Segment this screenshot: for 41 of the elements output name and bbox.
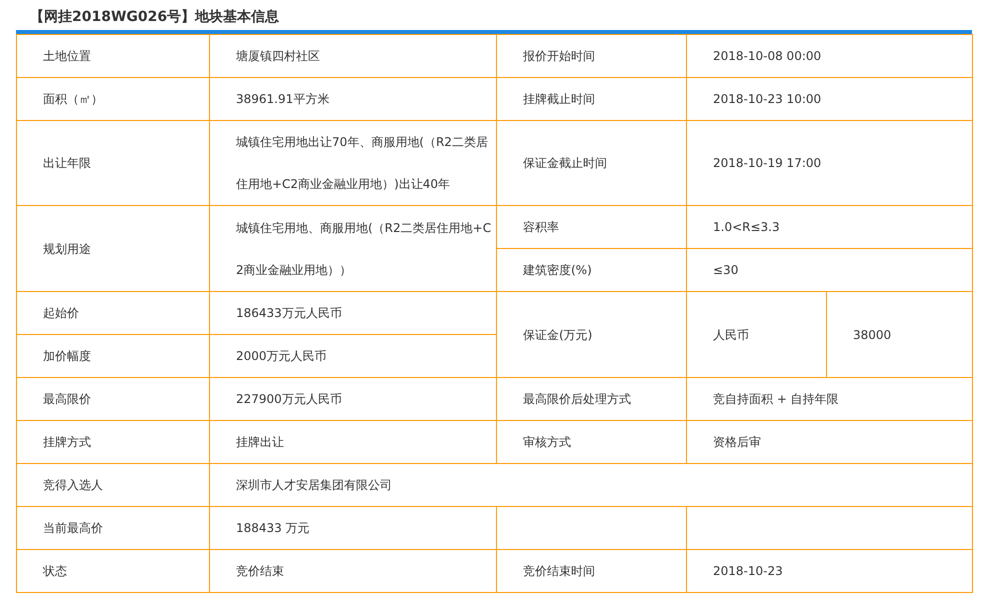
field-label: 最高限价后处理方式 <box>496 378 686 420</box>
field-value: 38961.91平方米 <box>210 78 496 120</box>
field-value: 竞自持面积 + 自持年限 <box>686 378 972 420</box>
field-label: 面积（㎡） <box>16 78 210 120</box>
field-value: 人民币 <box>687 292 827 377</box>
field-label: 挂牌方式 <box>16 420 210 464</box>
field-value: 2018-10-19 17:00 <box>686 120 972 206</box>
field-value: 2018-10-08 00:00 <box>686 34 972 78</box>
field-label: 规划用途 <box>16 206 210 292</box>
field-label: 报价开始时间 <box>496 34 686 78</box>
field-label: 挂牌截止时间 <box>496 78 686 120</box>
field-value: 挂牌出让 <box>210 420 496 464</box>
field-label: 加价幅度 <box>16 334 210 378</box>
field-label: 出让年限 <box>16 120 210 206</box>
field-value: 1.0<R≤3.3 <box>686 206 972 248</box>
field-value: 塘厦镇四村社区 <box>210 34 496 78</box>
field-value: 竞价结束 <box>210 550 496 592</box>
field-label: 起始价 <box>16 292 210 334</box>
field-value: 资格后审 <box>686 420 972 464</box>
field-label: 容积率 <box>496 206 686 248</box>
field-label: 保证金(万元) <box>496 292 686 378</box>
field-label: 土地位置 <box>16 34 210 78</box>
field-label: 建筑密度(%) <box>496 248 686 292</box>
field-value: 2018-10-23 <box>686 550 972 592</box>
field-label: 竞价结束时间 <box>496 550 686 592</box>
field-value: 188433 万元 <box>210 506 496 550</box>
field-label: 审核方式 <box>496 420 686 464</box>
field-label: 竞得入选人 <box>16 464 210 506</box>
field-label: 保证金截止时间 <box>496 120 686 206</box>
section-title: 【网挂2018WG026号】地块基本信息 <box>29 8 280 27</box>
field-value: 2018-10-23 10:00 <box>686 78 972 120</box>
field-value: 城镇住宅用地出让70年、商服用地(（R2二类居住用地+C2商业金融业用地）)出让40年 <box>210 120 496 206</box>
field-value: ≤30 <box>686 248 972 292</box>
field-value: 38000 <box>852 326 892 344</box>
field-label: 状态 <box>16 550 210 592</box>
field-value: 城镇住宅用地、商服用地(（R2二类居住用地+C2商业金融业用地）） <box>210 206 496 292</box>
field-value: 深圳市人才安居集团有限公司 <box>210 464 972 506</box>
field-label: 最高限价 <box>16 378 210 420</box>
field-value: 227900万元人民币 <box>210 378 496 420</box>
field-value: 186433万元人民币 <box>210 292 496 334</box>
field-label: 当前最高价 <box>16 506 210 550</box>
